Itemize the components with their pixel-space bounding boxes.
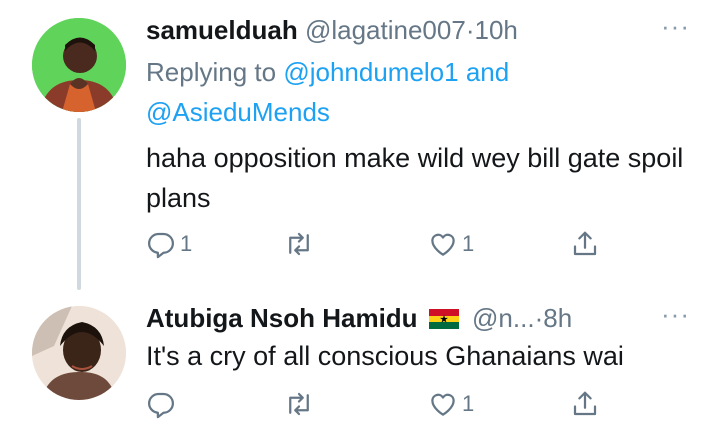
display-name[interactable]: samuelduah [146, 15, 298, 45]
tweet-actions: 1 [146, 384, 616, 424]
avatar-image [32, 306, 126, 400]
reply-icon [148, 392, 174, 419]
more-options-icon[interactable]: ··· [661, 13, 690, 39]
retweet-icon [289, 392, 309, 416]
tweet-text: It's a cry of all conscious Ghanaians wa… [146, 341, 624, 371]
like-button[interactable]: 1 [428, 224, 474, 264]
replying-to: Replying to @johndumelo1 and @AsieduMend… [146, 52, 616, 132]
ghana-flag-icon [428, 309, 459, 329]
retweet-icon [289, 232, 309, 256]
avatar[interactable] [32, 18, 126, 112]
avatar[interactable] [32, 306, 126, 400]
replying-to-label: Replying to [146, 57, 284, 87]
user-handle[interactable]: @lagatine007 [305, 15, 466, 45]
timestamp[interactable]: 8h [543, 303, 572, 333]
mention-link[interactable]: @johndumelo1 [283, 57, 458, 87]
timestamp[interactable]: 10h [474, 15, 517, 45]
tweet-header: samuelduah @lagatine007·10h [146, 14, 518, 46]
like-count: 1 [462, 391, 475, 416]
display-name[interactable]: Atubiga Nsoh Hamidu [146, 303, 418, 333]
retweet-button[interactable] [284, 224, 318, 264]
tweet-text: haha opposition make wild wey bill gate … [146, 143, 684, 213]
retweet-button[interactable] [284, 384, 318, 424]
share-button[interactable] [570, 224, 600, 264]
share-button[interactable] [570, 384, 600, 424]
reply-button[interactable]: 1 [146, 224, 192, 264]
tweet-actions: 1 1 [146, 224, 616, 264]
heart-icon [431, 393, 455, 416]
separator-dot: · [534, 303, 544, 333]
reply-icon [148, 232, 174, 259]
share-icon [573, 231, 597, 256]
thread-line [77, 118, 81, 290]
more-options-icon[interactable]: ··· [661, 301, 690, 327]
like-count: 1 [462, 231, 475, 256]
mention-link[interactable]: @AsieduMends [146, 97, 330, 127]
reply-count: 1 [180, 231, 193, 256]
tweet-2[interactable]: Atubiga Nsoh Hamidu @n...·8h ··· It's a … [0, 290, 720, 438]
like-button[interactable]: 1 [428, 384, 474, 424]
user-handle[interactable]: @n... [472, 303, 535, 333]
heart-icon [431, 233, 455, 256]
reply-button[interactable] [146, 384, 180, 424]
avatar-image [32, 18, 126, 112]
tweet-header: Atubiga Nsoh Hamidu @n...·8h [146, 302, 572, 334]
tweet-1[interactable]: samuelduah @lagatine007·10h ··· Replying… [0, 0, 720, 290]
replying-and[interactable]: and [459, 57, 509, 87]
share-icon [573, 391, 597, 416]
